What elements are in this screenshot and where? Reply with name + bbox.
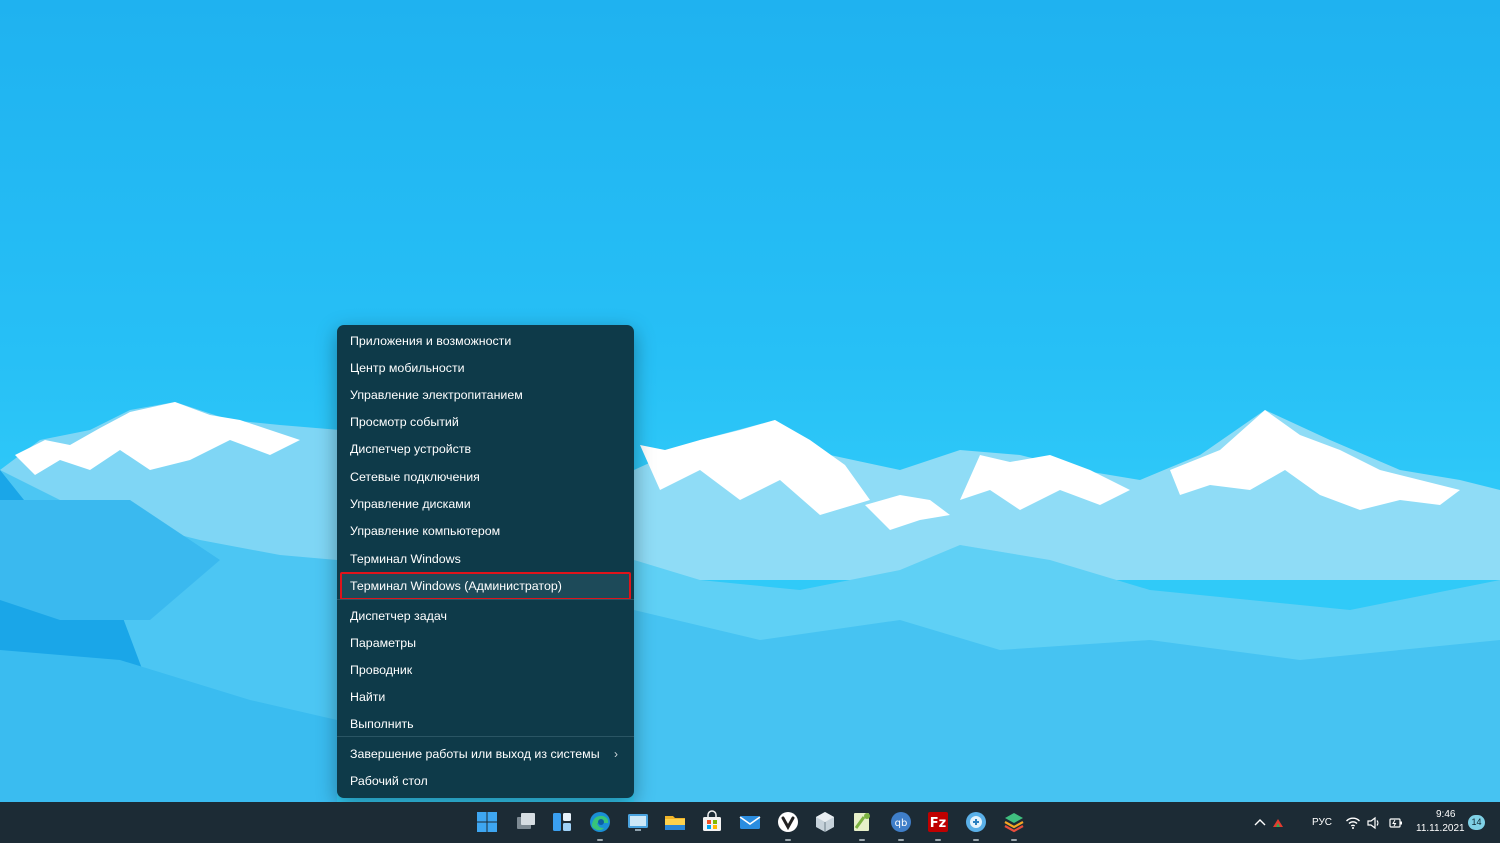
menu-item[interactable]: Найти [341, 684, 630, 710]
start-icon[interactable] [475, 810, 499, 834]
running-indicator [935, 839, 941, 841]
file-explorer-icon[interactable] [663, 810, 687, 834]
winx-context-menu: Приложения и возможности Центр мобильност… [337, 325, 634, 798]
menu-separator [337, 599, 634, 600]
battery-icon[interactable] [1388, 815, 1404, 831]
notification-badge[interactable]: 14 [1468, 815, 1485, 830]
virtualbox-icon[interactable] [813, 810, 837, 834]
menu-separator [337, 736, 634, 737]
menu-item[interactable]: Диспетчер устройств [341, 436, 630, 462]
chevron-right-icon: › [614, 747, 618, 761]
menu-item-label: Управление компьютером [350, 524, 501, 538]
menu-item-label: Управление электропитанием [350, 388, 523, 402]
edge-icon[interactable] [588, 810, 612, 834]
menu-item-label: Диспетчер задач [350, 609, 447, 623]
menu-item[interactable]: Управление дисками [341, 491, 630, 517]
qbittorrent-icon[interactable]: qb [889, 810, 913, 834]
desktop-background[interactable] [0, 0, 1500, 802]
show-hidden-icons-icon[interactable] [1252, 815, 1268, 831]
remote-desktop-icon[interactable] [626, 810, 650, 834]
menu-item-label: Рабочий стол [350, 774, 428, 788]
menu-item[interactable]: Выполнить [341, 711, 630, 737]
menu-item[interactable]: Приложения и возможности [341, 328, 630, 354]
menu-item[interactable]: Проводник [341, 657, 630, 683]
running-indicator [785, 839, 791, 841]
menu-item-label: Диспетчер устройств [350, 442, 472, 456]
menu-item[interactable]: Терминал Windows [341, 546, 630, 572]
menu-item[interactable]: Сетевые подключения [341, 464, 630, 490]
running-indicator [1011, 839, 1017, 841]
svg-text:Fz: Fz [930, 816, 946, 831]
wifi-icon[interactable] [1345, 815, 1361, 831]
microsoft-store-icon[interactable] [700, 810, 724, 834]
notepad-plus-plus-icon[interactable] [850, 810, 874, 834]
running-indicator [859, 839, 865, 841]
menu-item-label: Терминал Windows (Администратор) [350, 579, 562, 593]
menu-item[interactable]: Просмотр событий [341, 409, 630, 435]
menu-item-label: Терминал Windows [350, 552, 461, 566]
network-tool-icon[interactable] [964, 810, 988, 834]
running-indicator [973, 839, 979, 841]
clock-date[interactable]: 11.11.2021 [1416, 823, 1465, 834]
menu-item-label: Приложения и возможности [350, 334, 512, 348]
vivaldi-icon[interactable] [776, 810, 800, 834]
menu-item[interactable]: Терминал Windows (Администратор) [340, 572, 631, 600]
mountain-wallpaper [0, 402, 1500, 802]
task-view-icon[interactable] [514, 810, 538, 834]
volume-icon[interactable] [1366, 815, 1382, 831]
menu-item[interactable]: Управление компьютером [341, 518, 630, 544]
menu-item[interactable]: Диспетчер задач [341, 603, 630, 629]
menu-item-label: Управление дисками [350, 497, 471, 511]
menu-item[interactable]: Завершение работы или выход из системы › [341, 741, 630, 767]
menu-item-label: Проводник [350, 663, 413, 677]
tray-app-icon[interactable] [1270, 815, 1286, 831]
menu-item-label: Найти [350, 690, 386, 704]
menu-item-label: Выполнить [350, 717, 414, 731]
mail-icon[interactable] [738, 810, 762, 834]
menu-item-label: Сетевые подключения [350, 470, 480, 484]
menu-item-label: Просмотр событий [350, 415, 459, 429]
menu-item-label: Завершение работы или выход из системы [350, 747, 600, 761]
filezilla-icon[interactable]: Fz [926, 810, 950, 834]
svg-text:qb: qb [895, 818, 908, 829]
menu-item-label: Параметры [350, 636, 417, 650]
menu-item[interactable]: Управление электропитанием [341, 382, 630, 408]
menu-item[interactable]: Рабочий стол [341, 768, 630, 794]
clock-time[interactable]: 9:46 [1436, 809, 1455, 820]
running-indicator [898, 839, 904, 841]
running-indicator [597, 839, 603, 841]
menu-item[interactable]: Центр мобильности [341, 355, 630, 381]
menu-item[interactable]: Параметры [341, 630, 630, 656]
taskbar: qb Fz РУС 9:46 11.11.2021 14 [0, 802, 1500, 843]
menu-item-label: Центр мобильности [350, 361, 465, 375]
language-indicator[interactable]: РУС [1312, 817, 1332, 828]
layers-app-icon[interactable] [1002, 810, 1026, 834]
widgets-icon[interactable] [550, 810, 574, 834]
